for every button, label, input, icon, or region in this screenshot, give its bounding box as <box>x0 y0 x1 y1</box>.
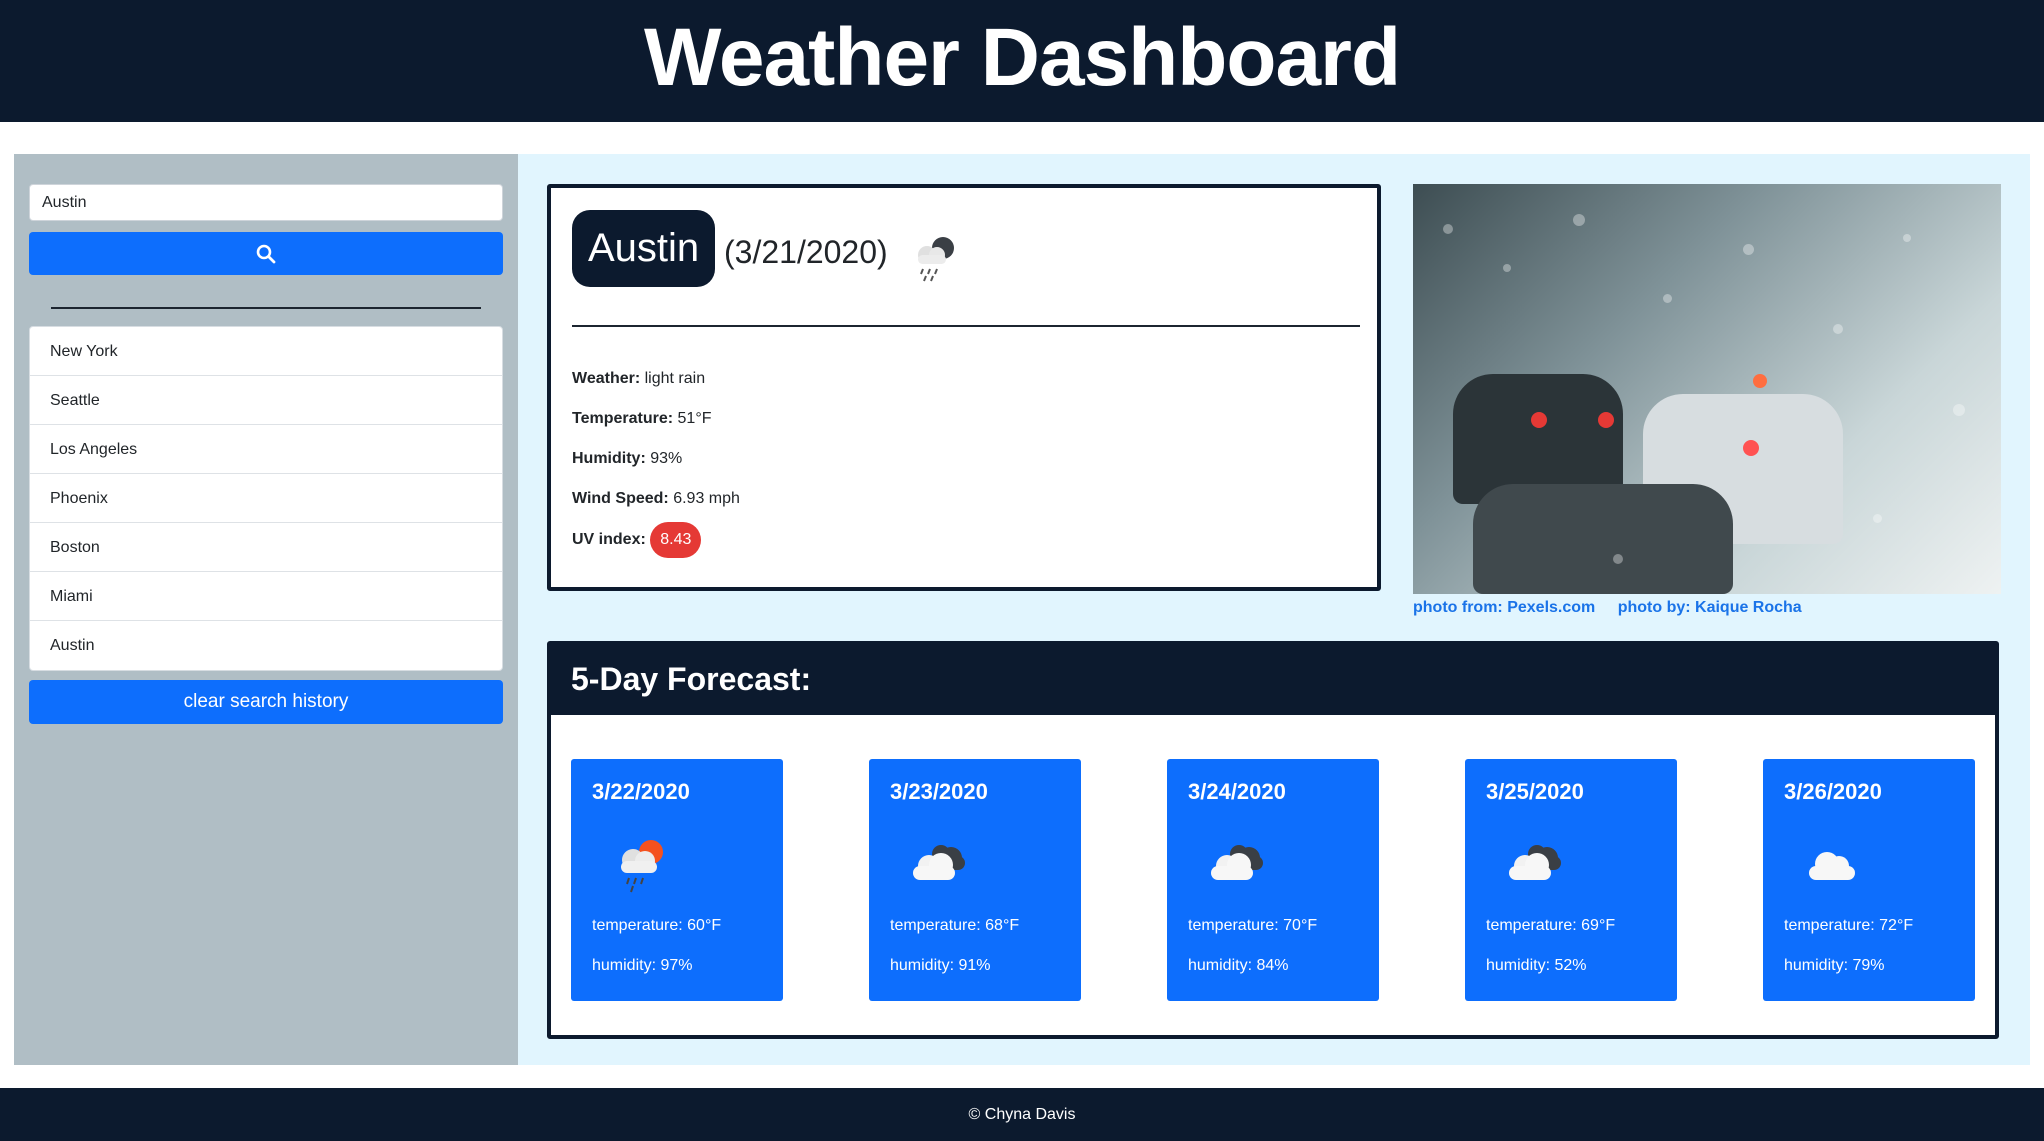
history-item-austin[interactable]: Austin <box>30 621 502 670</box>
history-item-los-angeles[interactable]: Los Angeles <box>30 425 502 474</box>
sidebar-divider <box>51 307 481 309</box>
forecast-header: 5-Day Forecast: <box>551 645 1995 715</box>
photo-credits: photo from: Pexels.com photo by: Kaique … <box>1413 599 1820 617</box>
rainy-street-photo <box>1413 184 2001 594</box>
wind-label: Wind Speed: <box>572 490 669 507</box>
broken-clouds-icon <box>1509 845 1561 880</box>
broken-clouds-icon <box>913 845 965 880</box>
forecast-date: 3/26/2020 <box>1784 779 1882 804</box>
history-item-miami[interactable]: Miami <box>30 572 502 621</box>
page-title: Weather Dashboard <box>643 12 1401 103</box>
humidity-row: Humidity: 93% <box>572 450 682 468</box>
forecast-humidity: humidity: 79% <box>1784 957 1885 974</box>
history-item-new-york[interactable]: New York <box>30 327 502 376</box>
sidebar: Austin New York Seattle Los Angeles Phoe… <box>14 154 518 1065</box>
temperature-value: 51°F <box>677 410 712 427</box>
forecast-day-card: 3/22/2020 temperature: 60°F humidity: 97… <box>571 759 783 1001</box>
forecast-humidity: humidity: 91% <box>890 957 991 974</box>
history-item-seattle[interactable]: Seattle <box>30 376 502 425</box>
page-header: Weather Dashboard <box>0 0 2044 122</box>
clear-history-button[interactable]: clear search history <box>29 680 503 724</box>
wind-row: Wind Speed: 6.93 mph <box>572 490 740 508</box>
city-search-input[interactable]: Austin <box>29 184 503 221</box>
forecast-date: 3/23/2020 <box>890 779 988 804</box>
wind-value: 6.93 mph <box>673 490 740 507</box>
page-footer: © Chyna Davis <box>0 1088 2044 1141</box>
current-city-name: Austin <box>572 210 716 287</box>
humidity-label: Humidity: <box>572 450 646 467</box>
forecast-temperature: temperature: 69°F <box>1486 917 1616 934</box>
forecast-humidity: humidity: 97% <box>592 957 693 974</box>
forecast-temperature: temperature: 70°F <box>1188 917 1318 934</box>
uv-index-badge: 8.43 <box>650 522 702 558</box>
rain-cloud-night-icon <box>918 237 954 282</box>
temperature-label: Temperature: <box>572 410 674 427</box>
forecast-temperature: temperature: 72°F <box>1784 917 1914 934</box>
forecast-day-card: 3/26/2020 temperature: 72°F humidity: 79… <box>1763 759 1975 1001</box>
main-content: Austin (3/21/2020) Weather: light rain T… <box>518 154 2030 1065</box>
forecast-date: 3/24/2020 <box>1188 779 1286 804</box>
broken-clouds-icon <box>1211 845 1263 880</box>
weather-row: Weather: light rain <box>572 370 705 388</box>
forecast-date: 3/22/2020 <box>592 779 690 804</box>
forecast-panel: 5-Day Forecast: 3/22/2020 temperature: 6… <box>547 641 1999 1039</box>
forecast-temperature: temperature: 68°F <box>890 917 1020 934</box>
search-icon <box>256 244 276 263</box>
uv-row: UV index: 8.43 <box>572 522 702 558</box>
forecast-title: 5-Day Forecast: <box>571 661 812 697</box>
weather-value: light rain <box>644 370 706 387</box>
history-item-boston[interactable]: Boston <box>30 523 502 572</box>
rain-cloud-sun-icon <box>621 840 663 893</box>
current-weather-card: Austin (3/21/2020) Weather: light rain T… <box>547 184 1381 591</box>
history-item-phoenix[interactable]: Phoenix <box>30 474 502 523</box>
forecast-day-card: 3/24/2020 temperature: 70°F humidity: 84… <box>1167 759 1379 1001</box>
forecast-temperature: temperature: 60°F <box>592 917 722 934</box>
forecast-date: 3/25/2020 <box>1486 779 1584 804</box>
forecast-humidity: humidity: 84% <box>1188 957 1289 974</box>
weather-label: Weather: <box>572 370 641 387</box>
humidity-value: 93% <box>650 450 683 467</box>
search-history-list: New York Seattle Los Angeles Phoenix Bos… <box>29 326 503 671</box>
current-divider <box>572 325 1360 327</box>
forecast-humidity: humidity: 52% <box>1486 957 1587 974</box>
forecast-day-card: 3/23/2020 temperature: 68°F humidity: 91… <box>869 759 1081 1001</box>
search-button[interactable] <box>29 232 503 275</box>
forecast-day-card: 3/25/2020 temperature: 69°F humidity: 52… <box>1465 759 1677 1001</box>
cloud-icon <box>1809 852 1855 880</box>
uv-label: UV index: <box>572 531 646 549</box>
photo-author-link[interactable]: photo by: Kaique Rocha <box>1618 599 1802 616</box>
photo-source-link[interactable]: photo from: Pexels.com <box>1413 599 1595 616</box>
current-date: (3/21/2020) <box>724 234 888 270</box>
temperature-row: Temperature: 51°F <box>572 410 711 428</box>
